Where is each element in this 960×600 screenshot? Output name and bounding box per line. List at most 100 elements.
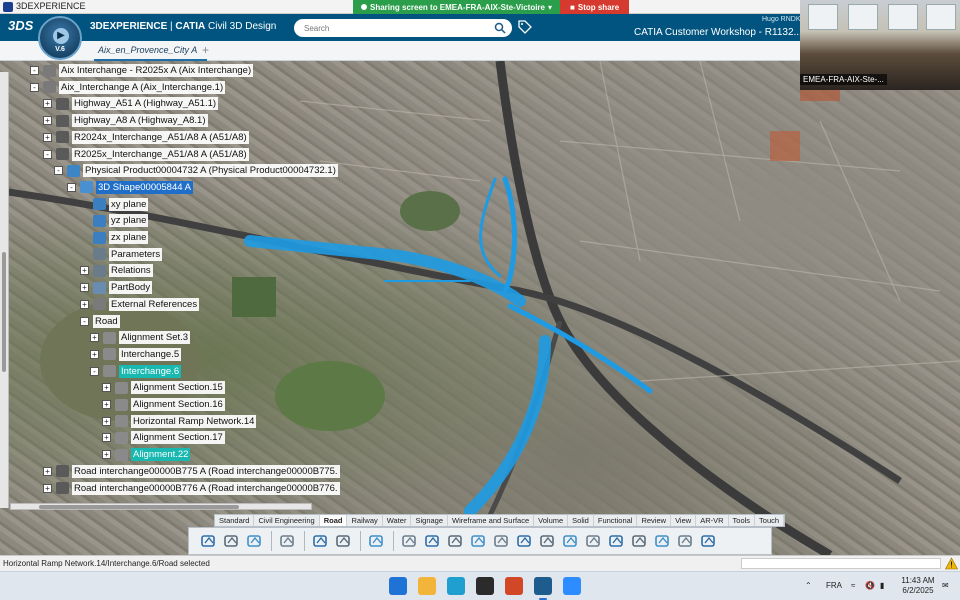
expand-icon[interactable]: + (102, 433, 111, 443)
book-icon[interactable] (334, 531, 354, 551)
add-tab-button[interactable]: + (202, 43, 209, 57)
language-indicator[interactable]: FRA (826, 581, 842, 590)
zoom-icon[interactable] (311, 531, 331, 551)
tree-item[interactable]: + External References (80, 297, 200, 312)
collapse-icon[interactable]: - (30, 66, 39, 75)
tab-wireframe-and-surface[interactable]: Wireframe and Surface (448, 515, 535, 526)
tree-item[interactable]: + Road interchange00000B775 A (Road inter… (43, 464, 340, 479)
tab-touch[interactable]: Touch (755, 515, 785, 526)
tab-tools[interactable]: Tools (729, 515, 756, 526)
scroll-thumb[interactable] (2, 252, 6, 372)
tab-functional[interactable]: Functional (594, 515, 638, 526)
tree-item[interactable]: + R2024x_Interchange_A51/A8 A (A51/A8) (43, 130, 249, 145)
expand-icon[interactable]: + (43, 466, 52, 476)
chevron-up-icon[interactable]: ⌃ (805, 581, 812, 590)
warning-icon[interactable] (945, 557, 958, 570)
copy-icon[interactable] (222, 531, 242, 551)
powerpoint-icon[interactable] (505, 577, 523, 595)
search-box[interactable] (294, 19, 512, 37)
tab-view[interactable]: View (671, 515, 697, 526)
zoom-app-icon[interactable] (563, 577, 581, 595)
expand-icon[interactable]: + (43, 483, 52, 493)
wifi-icon[interactable]: ≈ (851, 581, 855, 590)
tree-vertical-scrollbar[interactable] (0, 72, 9, 508)
video-participant-tile[interactable]: EMEA-FRA-AIX-Ste-... (800, 0, 960, 90)
corridor-icon[interactable] (469, 531, 489, 551)
expand-icon[interactable]: + (102, 416, 111, 426)
tree-item[interactable]: + Highway_A51 A (Highway_A51.1) (43, 96, 219, 111)
play-icon[interactable]: ▶ (53, 28, 69, 44)
undo-icon[interactable] (278, 531, 298, 551)
collapse-icon[interactable]: - (90, 366, 99, 376)
expand-icon[interactable]: + (102, 383, 111, 393)
tree-item[interactable]: - Aix Interchange - R2025x A (Aix Interch… (30, 63, 254, 78)
tab-standard[interactable]: Standard (215, 515, 255, 526)
tab-solid[interactable]: Solid (568, 515, 594, 526)
collapse-icon[interactable]: - (30, 82, 39, 92)
system-clock[interactable]: 11:43 AM 6/2/2025 (898, 576, 938, 596)
tree-item[interactable]: - R2025x_Interchange_A51/A8 A (A51/A8) (43, 147, 249, 162)
user-name[interactable]: Hugo RNDK (762, 16, 801, 23)
collapse-icon[interactable]: - (80, 316, 89, 326)
tree-item[interactable]: + Relations (80, 263, 153, 278)
tree-item[interactable]: + Alignment Section.15 (102, 380, 225, 395)
tree-item[interactable]: + Alignment Section.16 (102, 397, 225, 412)
scroll-thumb[interactable] (39, 505, 239, 509)
tree-item[interactable]: + Interchange.5 (90, 347, 182, 362)
file-explorer-icon[interactable] (418, 577, 436, 595)
notification-icon[interactable]: ✉ (942, 581, 949, 590)
tree-item[interactable]: + Alignment Set.3 (90, 330, 191, 345)
tree-item[interactable]: + Alignment Section.17 (102, 430, 225, 445)
tree-item[interactable]: + PartBody (80, 280, 153, 295)
tree-horizontal-scrollbar[interactable] (10, 503, 312, 510)
marking-icon[interactable] (584, 531, 604, 551)
tree-item[interactable]: + Road interchange00000B776 A (Road inter… (43, 481, 340, 496)
stop-share-button[interactable]: ■ Stop share (560, 0, 630, 14)
tab-ar-vr[interactable]: AR-VR (696, 515, 729, 526)
expand-icon[interactable]: + (80, 283, 89, 293)
collapse-icon[interactable]: - (67, 182, 76, 192)
expand-icon[interactable]: + (90, 349, 99, 359)
network-icon[interactable] (630, 531, 650, 551)
tab-review[interactable]: Review (637, 515, 672, 526)
tab-road[interactable]: Road (319, 515, 348, 526)
tab-water[interactable]: Water (383, 515, 412, 526)
slope-icon[interactable] (561, 531, 581, 551)
dassault-logo-icon[interactable]: 3DS (8, 18, 33, 33)
expand-icon[interactable]: + (90, 333, 99, 343)
tab-volume[interactable]: Volume (534, 515, 569, 526)
tree-item[interactable]: xy plane (80, 197, 149, 212)
tree-item[interactable]: - Road (80, 314, 120, 329)
expand-icon[interactable]: + (80, 299, 89, 309)
expand-icon[interactable]: + (43, 132, 52, 142)
3dexperience-app-icon[interactable] (534, 577, 552, 600)
alignment-icon[interactable] (400, 531, 420, 551)
collapse-icon[interactable]: - (43, 149, 52, 159)
terrain-icon[interactable] (446, 531, 466, 551)
bridge-icon[interactable] (515, 531, 535, 551)
edge-browser-icon[interactable] (447, 577, 465, 595)
expand-icon[interactable]: + (43, 116, 52, 126)
compass-widget[interactable]: ▶ V.6 (38, 16, 82, 60)
refresh-icon[interactable] (367, 531, 387, 551)
paste-icon[interactable] (245, 531, 265, 551)
windows-start-icon[interactable] (389, 577, 407, 595)
battery-icon[interactable]: ▮ (880, 581, 884, 590)
expand-icon[interactable]: + (43, 99, 52, 109)
tab-aix-en-provence[interactable]: Aix_en_Provence_City A (94, 41, 208, 61)
tree-item[interactable]: + Highway_A8 A (Highway_A8.1) (43, 113, 208, 128)
expand-icon[interactable]: + (80, 266, 89, 276)
expand-icon[interactable]: + (102, 400, 111, 409)
box-icon[interactable] (699, 531, 719, 551)
tree-item[interactable]: + Horizontal Ramp Network.14 (102, 414, 257, 429)
tree-item[interactable]: - 3D Shape00005844 A (67, 180, 193, 195)
volume-icon[interactable]: 🔇 (865, 581, 875, 590)
search-input[interactable] (294, 19, 484, 37)
expand-icon[interactable]: + (102, 450, 111, 460)
chevron-down-icon[interactable]: ▾ (548, 3, 552, 12)
cut-icon[interactable] (199, 531, 219, 551)
building-icon[interactable] (653, 531, 673, 551)
tree-item[interactable]: Parameters (80, 247, 163, 262)
tab-civil-engineering[interactable]: Civil Engineering (254, 515, 320, 526)
search-icon[interactable] (494, 22, 506, 34)
